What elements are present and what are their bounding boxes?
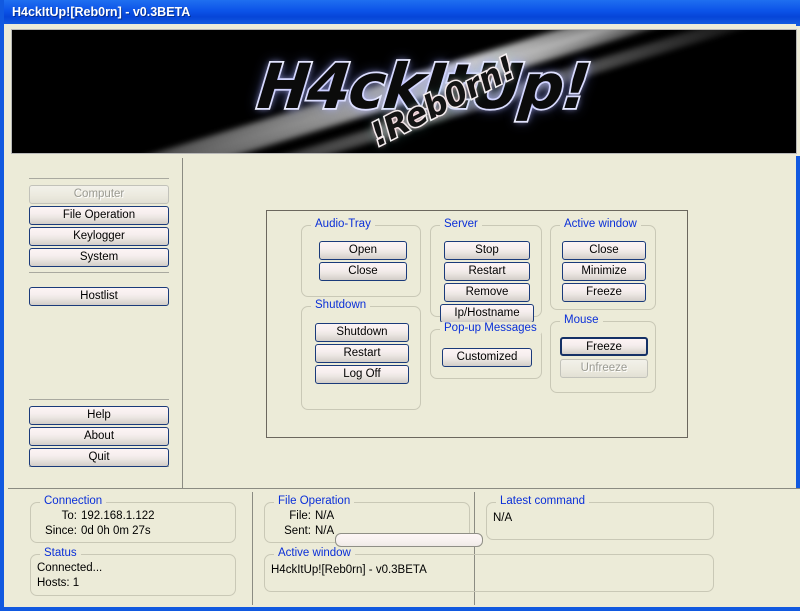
group-label-popup-messages: Pop-up Messages [440, 322, 541, 334]
content-area: Computer File Operation Keylogger System… [8, 158, 800, 488]
status-label-file-operation: File Operation [274, 495, 354, 507]
file-operation-sent-value: N/A [315, 525, 334, 537]
file-transfer-progress-bar [335, 533, 483, 547]
status-group-state: Status Connected... Hosts: 1 [30, 554, 236, 596]
connection-to-value: 192.168.1.122 [81, 510, 155, 522]
file-operation-file-value: N/A [315, 510, 334, 522]
main-command-panel: Audio-Tray Open Close Shutdown Shutdown … [266, 210, 688, 438]
status-bar: Connection To: 192.168.1.122 Since: 0d 0… [8, 488, 800, 607]
sidebar-item-hostlist[interactable]: Hostlist [29, 287, 169, 306]
status-state-line1: Connected... [37, 562, 102, 574]
status-label-connection: Connection [40, 495, 106, 507]
sidebar-item-computer[interactable]: Computer [29, 185, 169, 204]
window-title-text: H4ckItUp![Reb0rn] - v0.3BETA [12, 5, 190, 19]
status-group-latest-command: Latest command N/A [486, 502, 714, 540]
group-audio-tray: Audio-Tray Open Close [301, 225, 421, 297]
shutdown-restart-button[interactable]: Restart [315, 344, 409, 363]
file-operation-file-label: File: [271, 510, 311, 522]
group-label-active-window: Active window [560, 218, 641, 230]
group-mouse: Mouse Freeze Unfreeze [550, 321, 656, 393]
group-label-audio-tray: Audio-Tray [311, 218, 375, 230]
status-state-line2: Hosts: 1 [37, 577, 79, 589]
mouse-freeze-button[interactable]: Freeze [560, 337, 648, 356]
group-active-window: Active window Close Minimize Freeze [550, 225, 656, 310]
server-stop-button[interactable]: Stop [444, 241, 530, 260]
sidebar-item-system[interactable]: System [29, 248, 169, 267]
status-label-active-window: Active window [274, 547, 355, 559]
server-ip-hostname-button[interactable]: Ip/Hostname [440, 304, 534, 323]
connection-to-label: To: [37, 510, 77, 522]
status-label-state: Status [40, 547, 81, 559]
sidebar: Computer File Operation Keylogger System… [8, 158, 182, 488]
sidebar-separator [29, 399, 169, 400]
banner-container: H4ckItUp! !Reb0rn! [8, 26, 800, 156]
mouse-unfreeze-button[interactable]: Unfreeze [560, 359, 648, 378]
sidebar-item-quit[interactable]: Quit [29, 448, 169, 467]
group-shutdown: Shutdown Shutdown Restart Log Off [301, 306, 421, 410]
sidebar-divider [182, 158, 183, 488]
status-group-active-window: Active window H4ckItUp![Reb0rn] - v0.3BE… [264, 554, 714, 592]
status-active-window-value: H4ckItUp![Reb0rn] - v0.3BETA [271, 564, 427, 576]
status-group-connection: Connection To: 192.168.1.122 Since: 0d 0… [30, 502, 236, 543]
status-bar-divider [252, 492, 253, 605]
status-latest-command-value: N/A [493, 512, 512, 524]
shutdown-logoff-button[interactable]: Log Off [315, 365, 409, 384]
sidebar-separator [29, 272, 169, 273]
audio-tray-close-button[interactable]: Close [319, 262, 407, 281]
audio-tray-open-button[interactable]: Open [319, 241, 407, 260]
status-label-latest-command: Latest command [496, 495, 589, 507]
server-restart-button[interactable]: Restart [444, 262, 530, 281]
sidebar-item-about[interactable]: About [29, 427, 169, 446]
status-bar-top-divider [8, 488, 800, 489]
window-title-bar[interactable]: H4ckItUp![Reb0rn] - v0.3BETA [4, 0, 800, 24]
sidebar-separator [29, 178, 169, 179]
connection-since-value: 0d 0h 0m 27s [81, 525, 151, 537]
shutdown-button[interactable]: Shutdown [315, 323, 409, 342]
popup-customized-button[interactable]: Customized [442, 348, 532, 367]
group-server: Server Stop Restart Remove Ip/Hostname [430, 225, 542, 317]
banner-image: H4ckItUp! !Reb0rn! [11, 29, 797, 154]
group-label-mouse: Mouse [560, 314, 603, 326]
sidebar-item-help[interactable]: Help [29, 406, 169, 425]
group-label-server: Server [440, 218, 482, 230]
active-window-close-button[interactable]: Close [562, 241, 646, 260]
sidebar-item-file-operation[interactable]: File Operation [29, 206, 169, 225]
status-group-file-operation: File Operation File: N/A Sent: N/A [264, 502, 470, 543]
group-popup-messages: Pop-up Messages Customized [430, 329, 542, 379]
file-operation-sent-label: Sent: [267, 525, 311, 537]
application-window: H4ckItUp![Reb0rn] - v0.3BETA H4ckItUp! !… [0, 0, 800, 611]
server-remove-button[interactable]: Remove [444, 283, 530, 302]
active-window-minimize-button[interactable]: Minimize [562, 262, 646, 281]
group-label-shutdown: Shutdown [311, 299, 370, 311]
connection-since-label: Since: [33, 525, 77, 537]
active-window-freeze-button[interactable]: Freeze [562, 283, 646, 302]
sidebar-item-keylogger[interactable]: Keylogger [29, 227, 169, 246]
